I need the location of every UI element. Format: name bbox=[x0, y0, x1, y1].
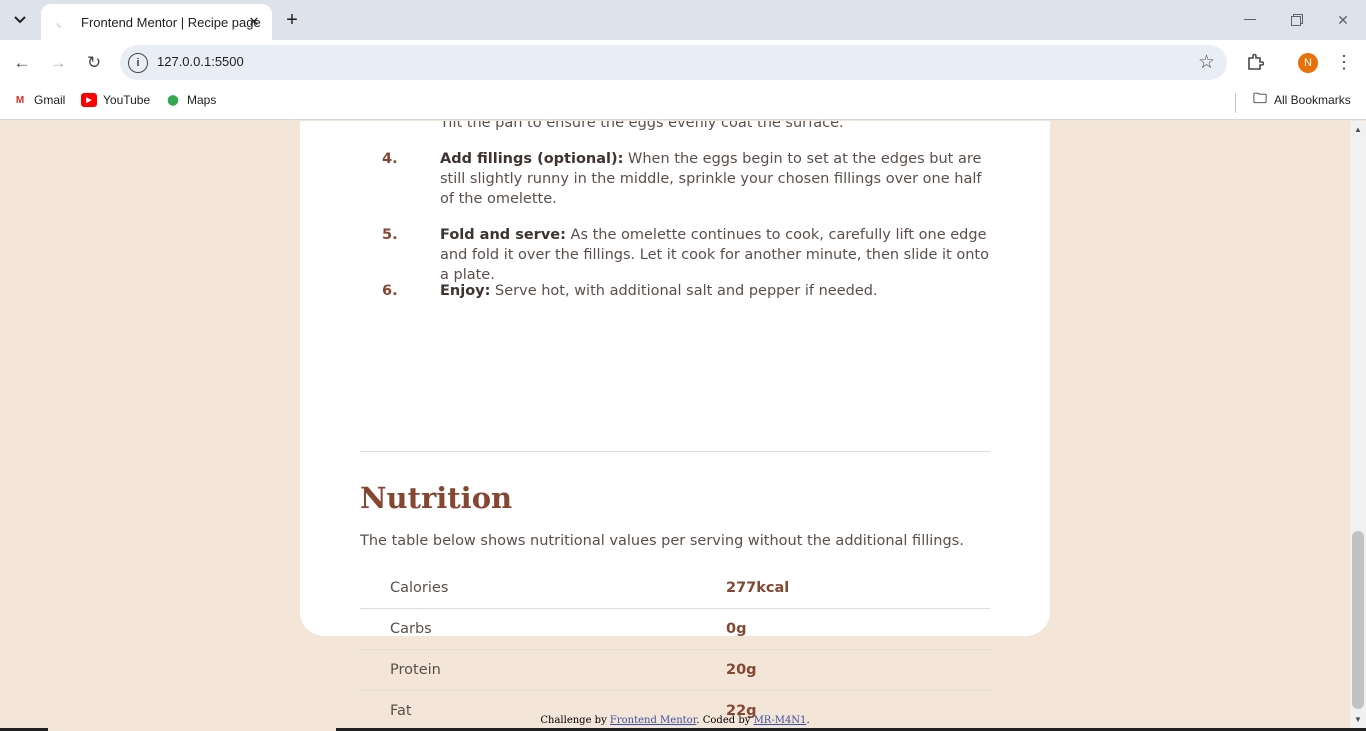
profile-avatar[interactable]: N bbox=[1298, 53, 1318, 73]
bookmarks-separator bbox=[1235, 93, 1236, 113]
table-row: Protein 20g bbox=[360, 650, 990, 691]
attribution-footer: Challenge by Frontend Mentor. Coded by M… bbox=[0, 715, 1350, 726]
step-title: Fold and serve: bbox=[440, 227, 566, 243]
attribution-prefix: Challenge by bbox=[540, 715, 610, 726]
table-row: Carbs 0g bbox=[360, 609, 990, 650]
site-info-icon[interactable]: i bbox=[128, 53, 148, 73]
all-bookmarks-label: All Bookmarks bbox=[1274, 93, 1351, 107]
nutrient-value: 20g bbox=[726, 662, 757, 678]
close-tab-icon[interactable]: ✕ bbox=[244, 12, 264, 32]
bookmark-label: Gmail bbox=[34, 93, 66, 107]
extensions-icon[interactable] bbox=[1243, 50, 1267, 74]
frontend-mentor-link[interactable]: Frontend Mentor bbox=[610, 715, 696, 726]
youtube-icon: ▶ bbox=[81, 93, 97, 107]
close-window-icon[interactable]: ✕ bbox=[1331, 8, 1355, 32]
nutrition-table: Calories 277kcal Carbs 0g Protein 20g Fa… bbox=[360, 568, 990, 731]
bookmarks-bar: M Gmail ▶ YouTube ⬤ Maps 🗀 All Bookmarks bbox=[0, 85, 1366, 120]
bookmark-label: Maps bbox=[187, 93, 217, 107]
step-body: Serve hot, with additional salt and pepp… bbox=[490, 283, 878, 299]
bookmark-gmail[interactable]: M Gmail bbox=[12, 93, 66, 107]
url-text[interactable]: 127.0.0.1:5500 bbox=[157, 54, 244, 69]
nutrient-label: Calories bbox=[390, 580, 449, 596]
section-divider bbox=[360, 451, 990, 452]
nutrition-heading: Nutrition bbox=[360, 481, 513, 515]
gmail-icon: M bbox=[15, 94, 25, 106]
nutrient-label: Carbs bbox=[390, 621, 432, 637]
scrollbar-thumb[interactable] bbox=[1352, 531, 1364, 709]
address-bar[interactable]: i 127.0.0.1:5500 ☆ bbox=[120, 45, 1227, 80]
bookmark-maps[interactable]: ⬤ Maps bbox=[165, 93, 216, 107]
nutrient-value: 0g bbox=[726, 621, 747, 637]
more-menu-icon[interactable]: ⋮ bbox=[1333, 50, 1355, 74]
minimize-icon[interactable] bbox=[1238, 8, 1262, 32]
folder-icon: 🗀 bbox=[1253, 90, 1267, 106]
step-text: Fold and serve: As the omelette continue… bbox=[440, 225, 1000, 285]
page-viewport: Tilt the pan to ensure the eggs evenly c… bbox=[0, 121, 1350, 731]
tab-title: Frontend Mentor | Recipe page bbox=[81, 14, 261, 30]
bookmark-label: YouTube bbox=[103, 93, 151, 107]
tab-search-icon[interactable] bbox=[6, 6, 34, 34]
browser-toolbar: ← → ↻ i 127.0.0.1:5500 ☆ N ⋮ bbox=[0, 40, 1366, 85]
table-row: Calories 277kcal bbox=[360, 568, 990, 609]
page-scrollbar[interactable]: ▲ ▼ bbox=[1350, 121, 1366, 731]
step-title: Add fillings (optional): bbox=[440, 151, 624, 167]
scroll-up-arrow-icon[interactable]: ▲ bbox=[1353, 125, 1363, 135]
step-number: 6. bbox=[382, 283, 398, 299]
tab-strip: ◟ Frontend Mentor | Recipe page ✕ + ✕ bbox=[0, 0, 1366, 40]
step-number: 4. bbox=[382, 151, 398, 167]
step-text: Enjoy: Serve hot, with additional salt a… bbox=[440, 281, 1000, 301]
active-tab[interactable]: ◟ Frontend Mentor | Recipe page ✕ bbox=[41, 4, 272, 40]
author-link[interactable]: MR-M4N1 bbox=[754, 715, 807, 726]
all-bookmarks-button[interactable]: 🗀 All Bookmarks bbox=[1252, 90, 1351, 107]
reload-icon[interactable]: ↻ bbox=[81, 50, 107, 76]
recipe-card: Tilt the pan to ensure the eggs evenly c… bbox=[300, 121, 1050, 719]
step-text: Add fillings (optional): When the eggs b… bbox=[440, 149, 1000, 209]
scroll-down-arrow-icon[interactable]: ▼ bbox=[1353, 715, 1363, 725]
step-title: Enjoy: bbox=[440, 283, 491, 299]
step-text: Tilt the pan to ensure the eggs evenly c… bbox=[440, 121, 844, 131]
maps-icon: ⬤ bbox=[167, 94, 179, 106]
step-number: 5. bbox=[382, 227, 398, 243]
restore-icon[interactable] bbox=[1285, 8, 1309, 32]
loading-favicon-icon: ◟ bbox=[56, 16, 62, 29]
new-tab-icon[interactable]: + bbox=[280, 8, 304, 32]
nutrition-description: The table below shows nutritional values… bbox=[360, 533, 964, 549]
attribution-middle: . Coded by bbox=[696, 715, 754, 726]
back-icon[interactable]: ← bbox=[9, 50, 35, 76]
bookmark-youtube[interactable]: ▶ YouTube bbox=[81, 93, 150, 107]
nutrient-label: Protein bbox=[390, 662, 441, 678]
attribution-suffix: . bbox=[806, 715, 810, 726]
nutrient-value: 277kcal bbox=[726, 580, 790, 596]
bookmark-star-icon[interactable]: ☆ bbox=[1198, 51, 1215, 74]
forward-icon[interactable]: → bbox=[45, 50, 71, 76]
